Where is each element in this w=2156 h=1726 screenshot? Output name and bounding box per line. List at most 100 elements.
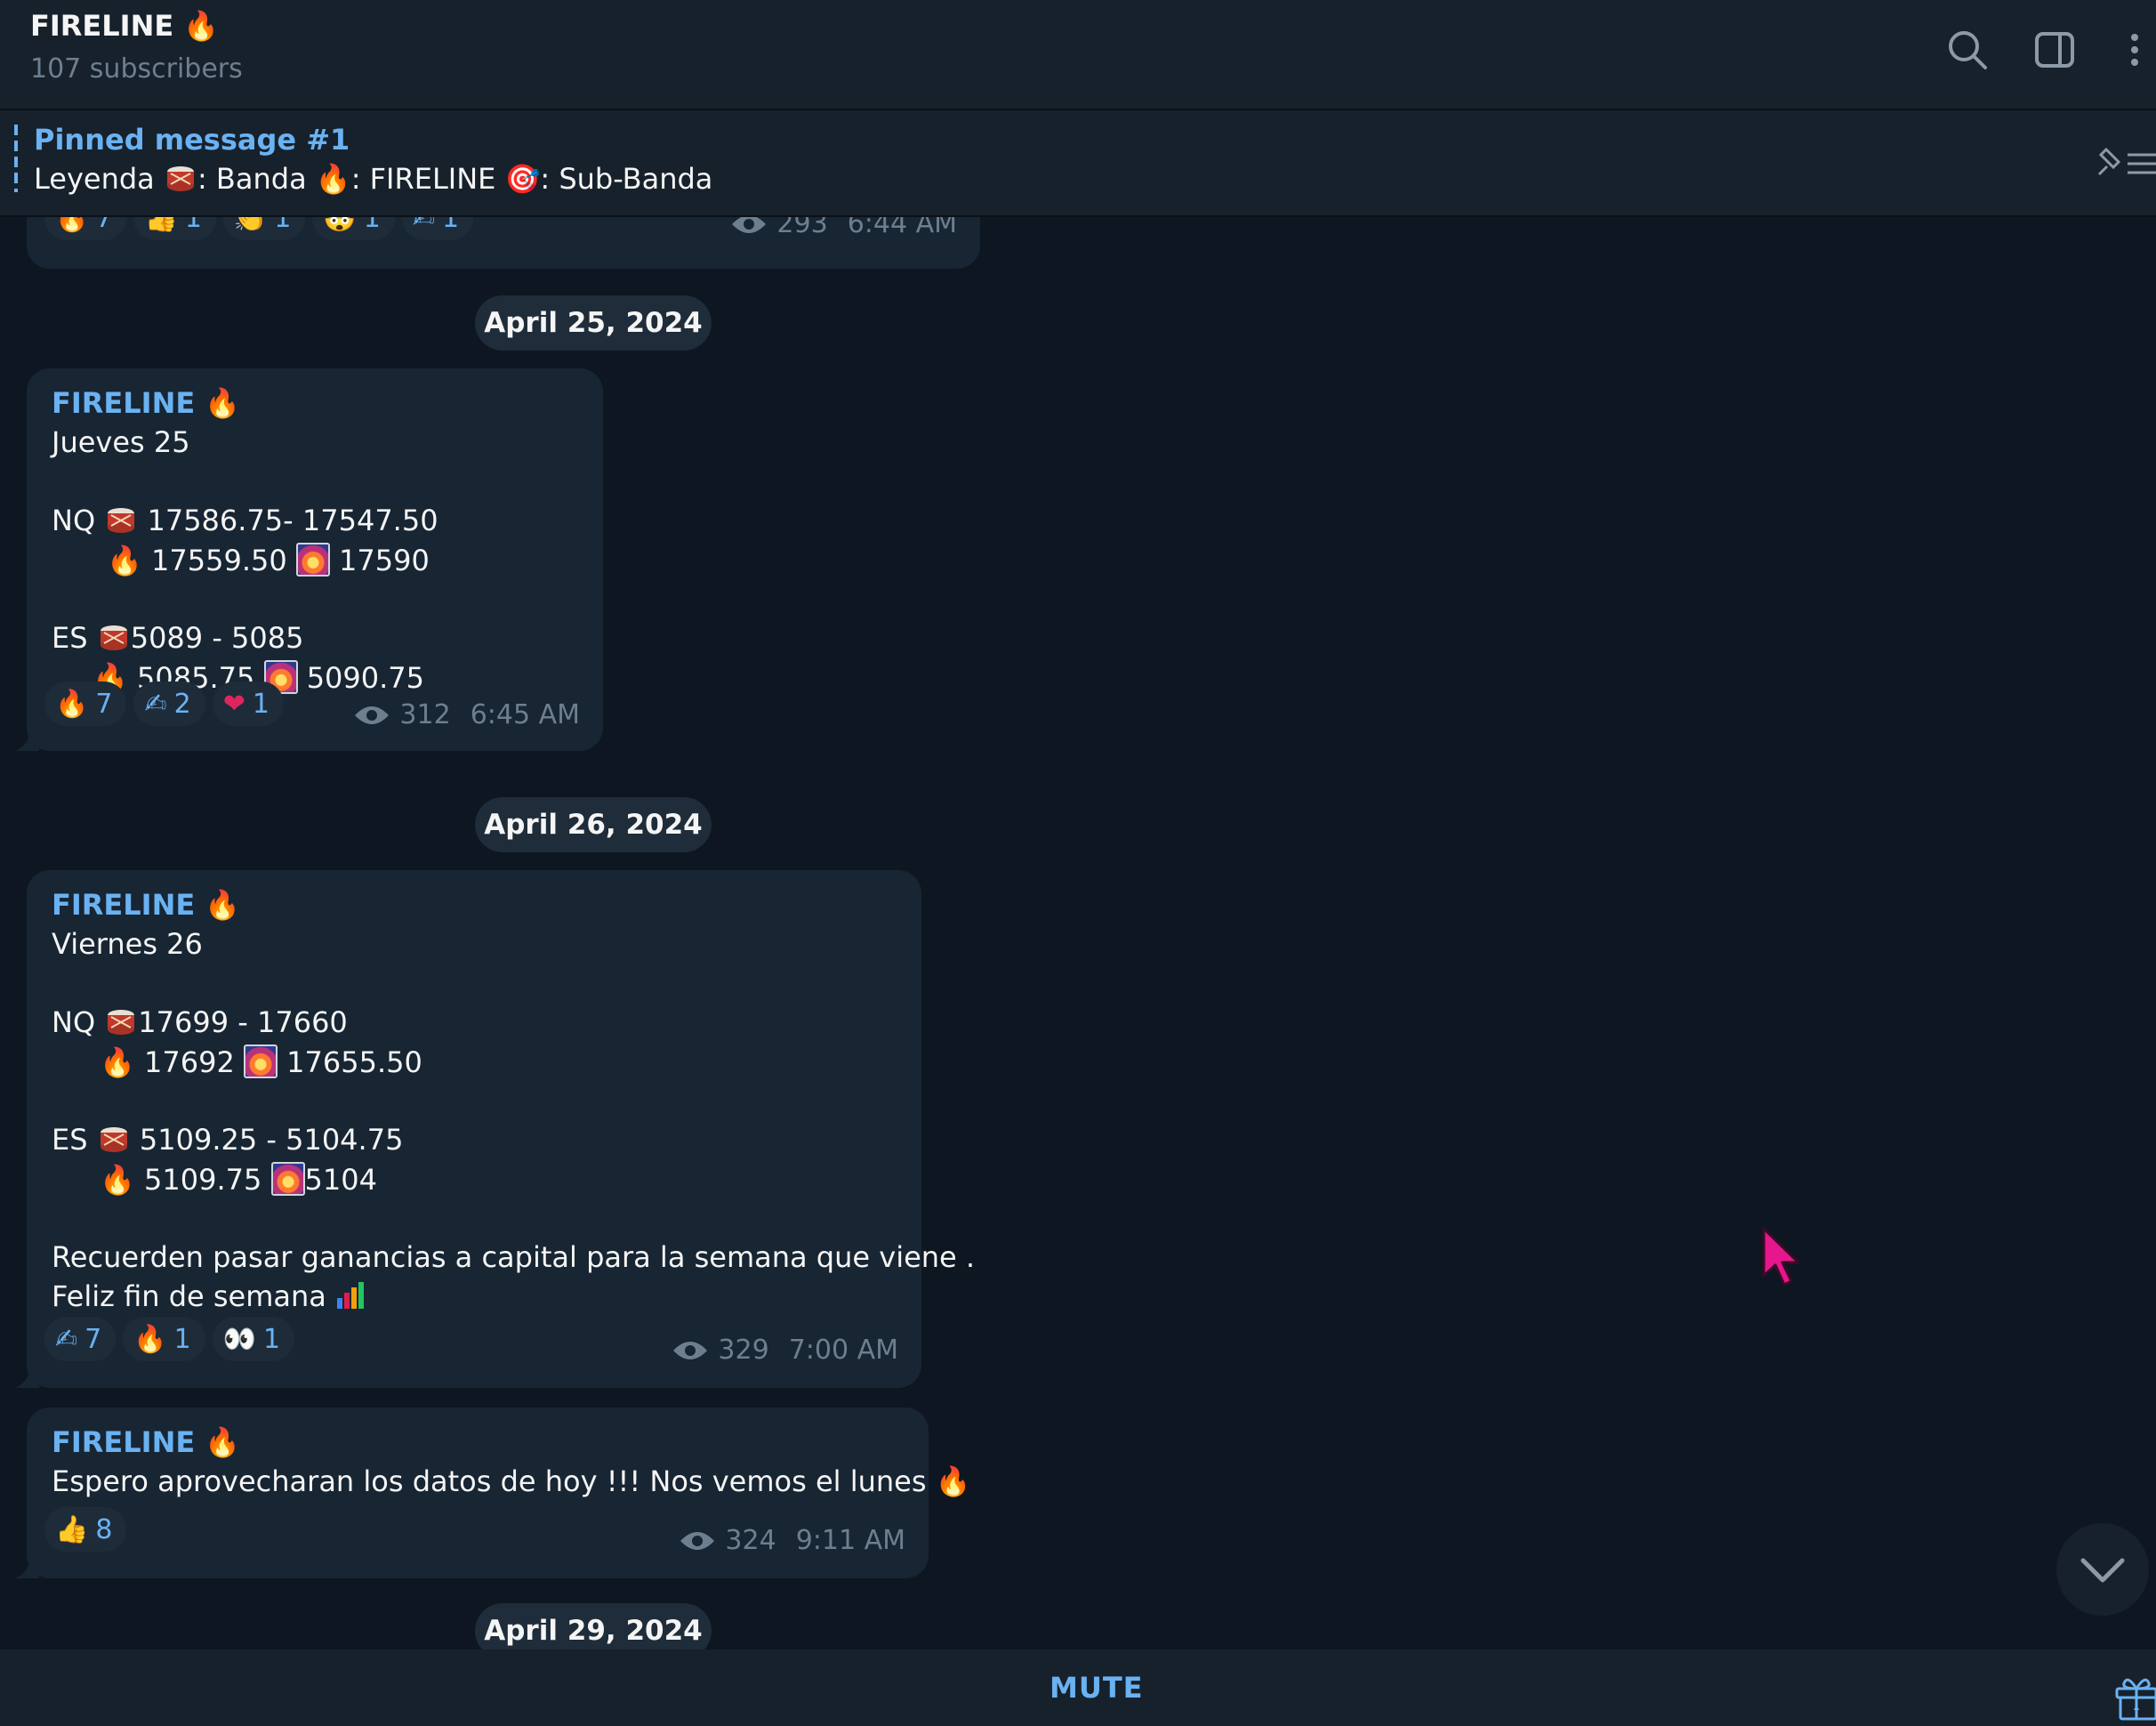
message-text-line: 🔥 5109.75 5104 bbox=[100, 1162, 377, 1197]
bubble-tail bbox=[14, 1553, 39, 1578]
search-icon[interactable] bbox=[1943, 25, 1992, 75]
message-meta: 324 9:11 AM bbox=[679, 1525, 905, 1556]
reaction-row: 👍 8 bbox=[44, 1507, 127, 1552]
reaction-pill[interactable]: ❤ 1 bbox=[212, 682, 284, 726]
message-text-line: NQ 17586.75- 17547.50 bbox=[52, 504, 438, 537]
message-meta: 329 7:00 AM bbox=[672, 1335, 898, 1366]
reaction-count: 7 bbox=[95, 217, 113, 234]
reaction-count: 1 bbox=[184, 217, 202, 234]
message-time: 6:45 AM bbox=[470, 699, 580, 730]
message-time: 6:44 AM bbox=[847, 217, 957, 239]
view-count: 293 bbox=[776, 217, 828, 239]
pinned-list-icon[interactable] bbox=[2094, 141, 2156, 185]
message-text-line: NQ 17699 - 17660 bbox=[52, 1005, 348, 1039]
text-segment: 5090.75 bbox=[297, 661, 425, 695]
pinned-title: Pinned message #1 bbox=[34, 123, 350, 157]
reaction-pill[interactable]: 👍 8 bbox=[44, 1507, 127, 1552]
eye-icon bbox=[680, 1531, 715, 1550]
fire-icon: 🔥 bbox=[107, 544, 142, 577]
message-sender[interactable]: FIRELINE 🔥 bbox=[52, 1425, 240, 1459]
subscriber-count: 107 subscribers bbox=[30, 53, 243, 85]
mouse-cursor-icon bbox=[1762, 1227, 1800, 1286]
pinned-message-bar[interactable]: Pinned message #1 Leyenda : Banda 🔥: FIR… bbox=[0, 110, 2156, 217]
message-text-line: ES 5109.25 - 5104.75 bbox=[52, 1123, 403, 1157]
reaction-row: 🔥 7 ✍ 2 ❤ 1 bbox=[44, 682, 284, 726]
more-vertical-icon[interactable] bbox=[2110, 25, 2145, 75]
text-segment: 5089 - 5085 bbox=[130, 621, 304, 655]
reaction-emoji: 👏 bbox=[233, 217, 268, 234]
reaction-pill[interactable]: ✍ 2 bbox=[133, 682, 205, 726]
message-meta: 312 6:45 AM bbox=[353, 699, 580, 730]
message-text-line: ES 5089 - 5085 bbox=[52, 621, 303, 655]
message-time: 9:11 AM bbox=[795, 1525, 905, 1556]
text-segment: 17699 - 17660 bbox=[138, 1005, 348, 1039]
eye-icon bbox=[732, 217, 767, 233]
text-segment: 17559.50 bbox=[141, 544, 296, 577]
message-sender[interactable]: FIRELINE 🔥 bbox=[52, 888, 240, 922]
sidebar-toggle-icon[interactable] bbox=[2030, 25, 2080, 75]
reaction-pill[interactable]: 👀 1 bbox=[212, 1317, 295, 1361]
text-segment: 5104 bbox=[304, 1163, 377, 1197]
view-count: 324 bbox=[725, 1525, 776, 1556]
fireworks-icon bbox=[295, 543, 330, 577]
message-list[interactable]: 🔥 7 👍 1 👏 1 🤯 1 ✍ 1 293 6:44 AM April 25, 202… bbox=[0, 217, 2156, 1649]
message-text-line: Espero aprovecharan los datos de hoy !!!… bbox=[52, 1464, 971, 1498]
reaction-emoji: 👍 bbox=[55, 1513, 89, 1545]
target-icon: 🎯 bbox=[504, 162, 541, 196]
message-text-line: Recuerden pasar ganancias a capital para… bbox=[52, 1240, 976, 1274]
scroll-to-bottom-button[interactable] bbox=[2056, 1523, 2149, 1616]
text-segment: 17692 bbox=[134, 1045, 244, 1079]
pinned-text-subbanda: : Sub-Banda bbox=[540, 162, 713, 196]
text-segment: 17655.50 bbox=[277, 1045, 422, 1079]
reaction-count: 7 bbox=[95, 688, 113, 720]
message-text-line: 🔥 17692 17655.50 bbox=[100, 1044, 422, 1079]
reaction-pill[interactable]: ✍ 1 bbox=[401, 217, 474, 240]
reaction-emoji: ✍ bbox=[144, 688, 167, 720]
text-segment: NQ bbox=[52, 504, 105, 537]
reaction-row: 🔥 7 👍 1 👏 1 🤯 1 ✍ 1 bbox=[44, 217, 474, 240]
text-segment: 17586.75- 17547.50 bbox=[138, 504, 438, 537]
reaction-emoji: 🔥 bbox=[55, 688, 89, 720]
reaction-pill[interactable]: 🤯 1 bbox=[312, 217, 395, 240]
fire-icon: 🔥 bbox=[100, 1045, 135, 1079]
text-segment: 17590 bbox=[329, 544, 430, 577]
bar-chart-icon bbox=[337, 1282, 365, 1309]
reaction-emoji: 👍 bbox=[144, 217, 178, 234]
reaction-pill[interactable]: 🔥 7 bbox=[44, 217, 127, 240]
reaction-pill[interactable]: 👏 1 bbox=[222, 217, 306, 240]
message-bubble[interactable]: FIRELINE 🔥 Jueves 25 NQ 17586.75- 17547.… bbox=[14, 368, 603, 751]
message-bubble[interactable]: 🔥 7 👍 1 👏 1 🤯 1 ✍ 1 293 6:44 AM bbox=[27, 217, 980, 269]
message-sender[interactable]: FIRELINE 🔥 bbox=[52, 386, 240, 420]
reaction-pill[interactable]: ✍ 7 bbox=[44, 1317, 117, 1361]
pinned-text-banda: : Banda bbox=[197, 162, 316, 196]
text-segment: 5109.75 bbox=[134, 1163, 271, 1197]
date-separator: April 25, 2024 bbox=[475, 295, 712, 351]
reaction-pill[interactable]: 👍 1 bbox=[133, 217, 216, 240]
text-segment: ES bbox=[52, 621, 97, 655]
drum-icon bbox=[100, 625, 127, 650]
reaction-count: 1 bbox=[363, 217, 381, 234]
reaction-pill[interactable]: 🔥 1 bbox=[123, 1317, 205, 1361]
message-meta: 293 6:44 AM bbox=[730, 217, 957, 239]
message-text-line: Jueves 25 bbox=[52, 425, 190, 459]
reaction-pill[interactable]: 🔥 7 bbox=[44, 682, 127, 726]
bubble-tail bbox=[14, 726, 39, 751]
reaction-count: 7 bbox=[84, 1323, 102, 1355]
message-bubble[interactable]: FIRELINE 🔥 Espero aprovecharan los datos… bbox=[14, 1407, 971, 1578]
drum-icon bbox=[108, 1010, 135, 1035]
reaction-count: 2 bbox=[173, 688, 191, 720]
gift-icon[interactable] bbox=[2112, 1671, 2156, 1721]
message-bubble[interactable]: FIRELINE 🔥 Viernes 26 NQ 17699 - 17660 🔥… bbox=[14, 870, 975, 1388]
chat-header[interactable]: FIRELINE 🔥 107 subscribers bbox=[0, 0, 2156, 110]
drum-icon bbox=[166, 166, 194, 191]
reaction-emoji: 🔥 bbox=[133, 1323, 167, 1355]
bottom-bar: MUTE bbox=[0, 1649, 2156, 1726]
message-time: 7:00 AM bbox=[788, 1335, 898, 1366]
date-separator: April 29, 2024 bbox=[475, 1603, 712, 1649]
drum-icon bbox=[108, 508, 135, 533]
channel-title[interactable]: FIRELINE 🔥 bbox=[30, 9, 219, 43]
mute-button[interactable]: MUTE bbox=[1050, 1671, 1144, 1705]
chevron-down-icon bbox=[2080, 1558, 2125, 1583]
reaction-count: 1 bbox=[263, 1323, 281, 1355]
text-segment: NQ bbox=[52, 1005, 105, 1039]
